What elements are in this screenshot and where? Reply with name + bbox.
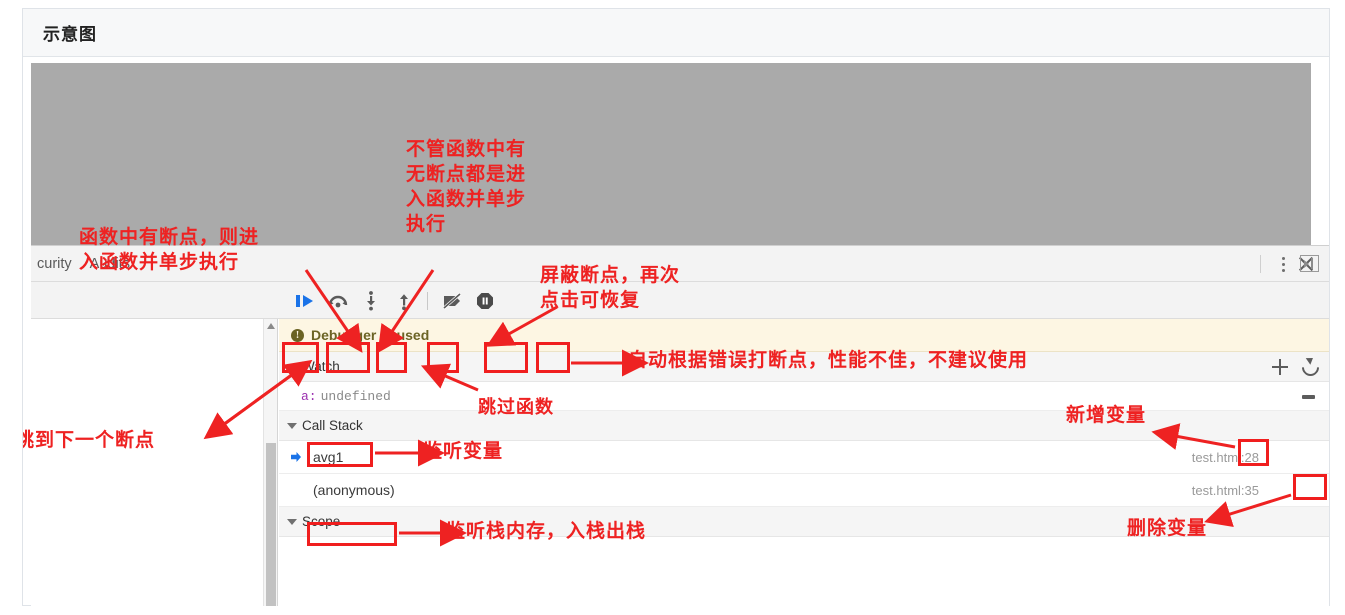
navigator-scrollbar[interactable]: [263, 319, 277, 606]
pause-on-exceptions-icon: [476, 292, 493, 309]
watch-section-tools: [1272, 352, 1323, 382]
card-header: 示意图: [23, 9, 1329, 57]
pause-on-exceptions-button[interactable]: [471, 288, 498, 313]
resume-script-execution-button[interactable]: [291, 288, 318, 313]
annotation-call-stack-memory: 监听栈内存，入栈出栈: [446, 520, 647, 542]
controls-divider: [427, 291, 428, 310]
sources-navigator-pane: [31, 319, 278, 606]
annotation-delete-variable: 删除变量: [1127, 517, 1208, 539]
show-navigator-triangle: [1304, 259, 1309, 268]
toolbar-divider: [1260, 255, 1261, 273]
chevron-down-icon[interactable]: [287, 518, 297, 525]
show-navigator-bar: [1311, 258, 1313, 269]
call-stack-frame-name: (anonymous): [313, 482, 395, 498]
info-icon: !: [291, 328, 304, 342]
chevron-down-icon[interactable]: [287, 363, 297, 370]
call-stack-section-title: Call Stack: [302, 418, 363, 433]
scrollbar-thumb[interactable]: [266, 443, 276, 606]
annotation-watch-variables: 监听变量: [423, 440, 504, 462]
active-frame-arrow-icon: [291, 452, 301, 462]
tab-security[interactable]: curity: [31, 256, 81, 272]
diagram-card: 示意图 curity Audits ! Debugger paused Watc…: [22, 8, 1330, 606]
annotation-pause-on-exceptions: 自动根据错误打断点，性能不佳，不建议使用: [628, 349, 1029, 371]
page-margin-right: [1311, 63, 1329, 245]
step-into-button[interactable]: [357, 288, 384, 313]
debugger-controls: [279, 282, 1329, 319]
step-out-icon: [399, 293, 408, 310]
call-stack-frame-source[interactable]: test.html:28: [1192, 450, 1259, 465]
step-over-button[interactable]: [324, 288, 351, 313]
resume-icon: [295, 294, 313, 307]
annotation-step-into-with-breakpoint: 函数中有断点，则进 入函数并单步执行: [79, 226, 260, 273]
page-margin-left: [23, 63, 31, 245]
scope-section-title: Scope: [302, 514, 341, 529]
card-body: curity Audits ! Debugger paused Watch a:…: [23, 57, 1329, 606]
annotation-deactivate-breakpoints: 屏蔽断点，再次 点击可恢复: [540, 264, 681, 311]
kebab-menu-icon[interactable]: [1273, 254, 1293, 274]
call-stack-frame-name: avg1: [313, 449, 344, 465]
refresh-watch-icon[interactable]: [1298, 354, 1323, 380]
watch-entry-row[interactable]: a: undefined: [279, 382, 1329, 411]
deactivate-breakpoints-button[interactable]: [438, 288, 465, 313]
remove-watch-expression-button[interactable]: [1301, 389, 1316, 404]
annotation-step-into-always: 不管函数中有 无断点都是进 入函数并单步 执行: [406, 138, 527, 235]
call-stack-section-header[interactable]: Call Stack: [279, 411, 1329, 441]
watch-entry-key: a:: [301, 388, 317, 404]
add-watch-expression-button[interactable]: [1272, 359, 1288, 375]
annotation-add-variable: 新增变量: [1066, 404, 1147, 426]
deactivate-breakpoints-icon: [442, 292, 461, 309]
watch-section-title: Watch: [302, 359, 340, 374]
page-title: 示意图: [43, 25, 97, 45]
debugger-paused-label: Debugger paused: [311, 327, 430, 343]
annotation-jump-next-breakpoint: 跳到下一个断点: [23, 429, 156, 451]
step-into-icon: [366, 290, 375, 310]
page-content-area: [31, 63, 1311, 245]
annotation-step-over: 跳过函数: [478, 397, 554, 418]
step-over-icon: [328, 295, 347, 307]
step-out-button[interactable]: [390, 288, 417, 313]
call-stack-frame-source[interactable]: test.html:35: [1192, 483, 1259, 498]
scroll-up-arrow-icon[interactable]: [267, 323, 275, 329]
chevron-down-icon[interactable]: [287, 422, 297, 429]
devtools-screenshot: curity Audits ! Debugger paused Watch a:…: [23, 57, 1329, 606]
call-stack-row[interactable]: (anonymous) test.html:35: [279, 474, 1329, 507]
show-navigator-icon[interactable]: [1300, 255, 1319, 272]
watch-entry-value: undefined: [320, 388, 391, 404]
